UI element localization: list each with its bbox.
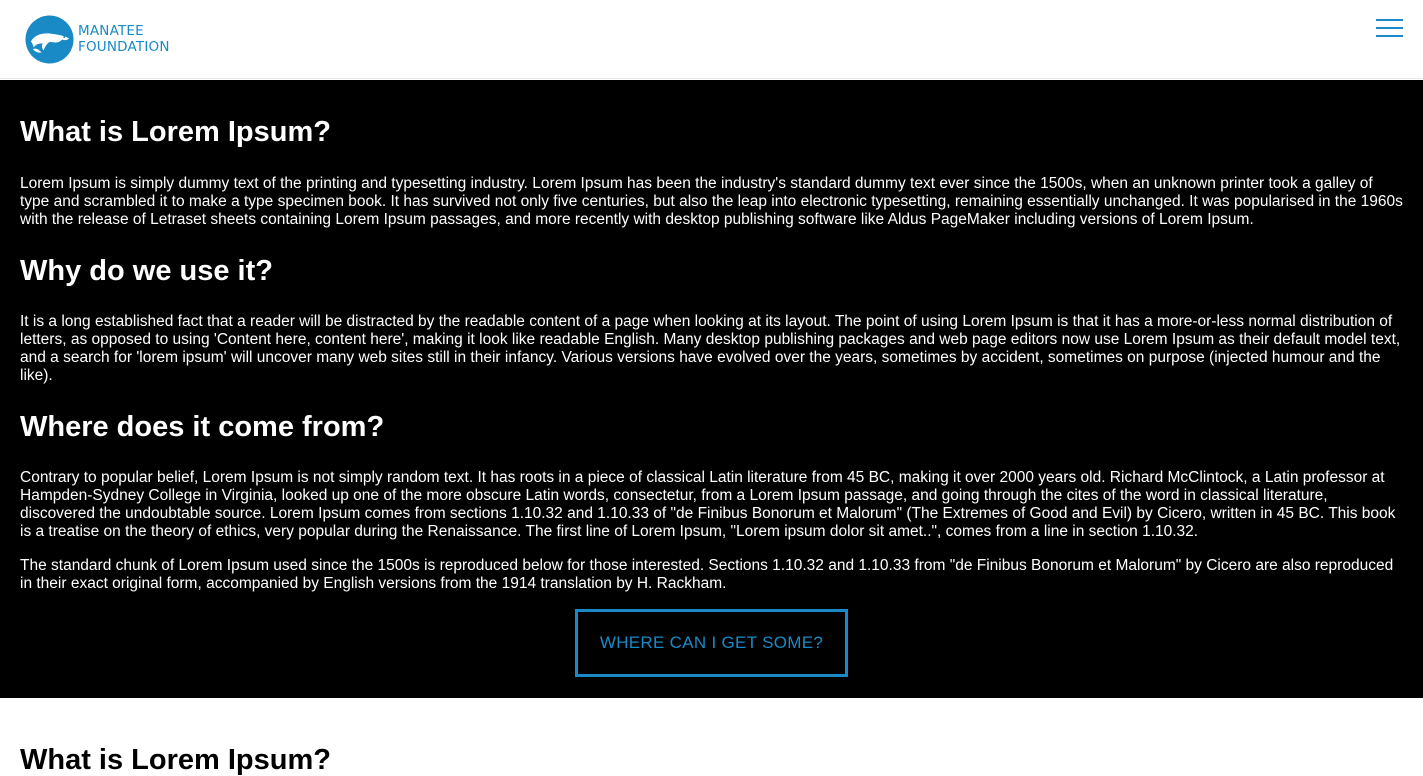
- logo-line-manatee: MANATEE: [78, 23, 144, 39]
- manatee-logo-icon: [25, 14, 74, 64]
- site-header: MANATEE FOUNDATION: [0, 0, 1423, 79]
- heading-where-from: Where does it come from?: [20, 411, 385, 443]
- menu-bar: [1376, 35, 1403, 37]
- menu-bar: [1376, 27, 1403, 29]
- heading-what-is-lorem-ipsum: What is Lorem Ipsum?: [20, 116, 331, 148]
- where-can-i-get-some-button[interactable]: WHERE CAN I GET SOME?: [575, 609, 848, 677]
- heading-what-is-lorem-ipsum-repeat: What is Lorem Ipsum?: [20, 744, 331, 776]
- paragraph-where-from: Contrary to popular belief, Lorem Ipsum …: [20, 469, 1396, 540]
- paragraph-standard-chunk: The standard chunk of Lorem Ipsum used s…: [20, 557, 1394, 592]
- manatee-foundation-logo[interactable]: MANATEE FOUNDATION: [25, 14, 170, 64]
- dark-content-section: What is Lorem Ipsum? Lorem Ipsum is simp…: [0, 80, 1423, 698]
- logo-wordmark: MANATEE FOUNDATION: [78, 23, 170, 55]
- paragraph-why-use: It is a long established fact that a rea…: [20, 313, 1401, 384]
- paragraph-what-is: Lorem Ipsum is simply dummy text of the …: [20, 175, 1403, 228]
- logo-line-foundation: FOUNDATION: [78, 39, 170, 55]
- menu-bar: [1376, 19, 1403, 21]
- heading-why-use-it: Why do we use it?: [20, 255, 273, 287]
- light-content-section: What is Lorem Ipsum?: [0, 698, 1423, 776]
- hamburger-menu-icon[interactable]: [1376, 18, 1403, 39]
